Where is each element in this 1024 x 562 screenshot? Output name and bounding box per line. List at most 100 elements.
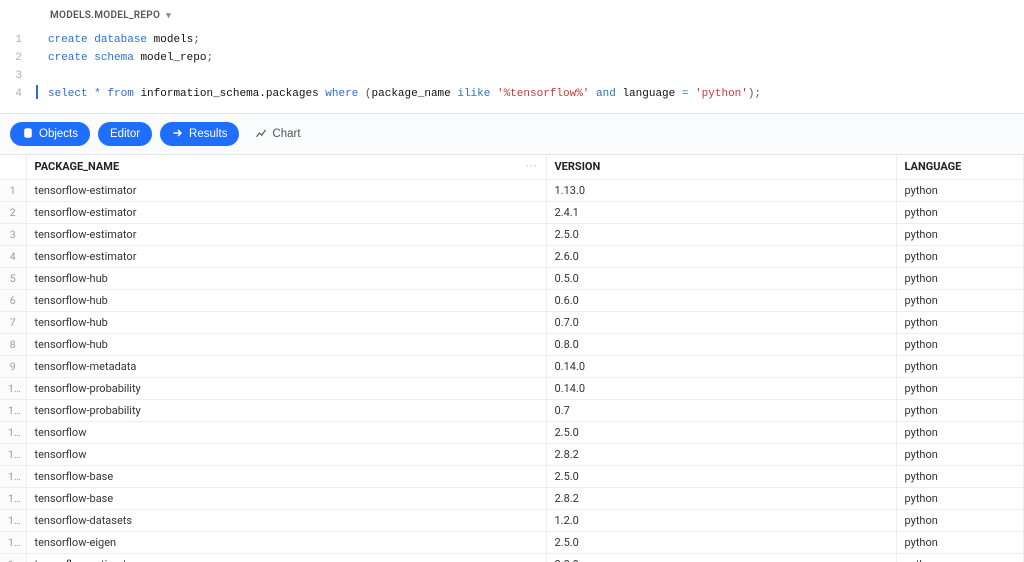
cell-language: python — [896, 355, 1024, 377]
database-icon — [22, 127, 34, 141]
row-number: 3 — [0, 223, 26, 245]
row-number: 15 — [0, 487, 26, 509]
breadcrumb[interactable]: MODELS.MODEL_REPO ▾ — [0, 0, 1024, 29]
objects-button[interactable]: Objects — [10, 122, 90, 146]
editor-label: Editor — [110, 128, 140, 140]
table-row[interactable]: 6tensorflow-hub0.6.0python — [0, 289, 1024, 311]
code-lines[interactable]: create database models; create schema mo… — [30, 31, 761, 103]
cell-version: 0.5.0 — [546, 267, 896, 289]
column-label: PACKAGE_NAME — [35, 160, 120, 173]
table-row[interactable]: 10tensorflow-probability0.14.0python — [0, 377, 1024, 399]
table-row[interactable]: 16tensorflow-datasets1.2.0python — [0, 509, 1024, 531]
cell-language: python — [896, 223, 1024, 245]
cell-language: python — [896, 465, 1024, 487]
row-number: 14 — [0, 465, 26, 487]
cell-version: 2.5.0 — [546, 531, 896, 553]
table-row[interactable]: 7tensorflow-hub0.7.0python — [0, 311, 1024, 333]
table-row[interactable]: 5tensorflow-hub0.5.0python — [0, 267, 1024, 289]
cell-version: 1.2.0 — [546, 509, 896, 531]
cell-language: python — [896, 201, 1024, 223]
row-number: 2 — [0, 201, 26, 223]
cell-package-name: tensorflow-hub — [26, 311, 546, 333]
cell-language: python — [896, 333, 1024, 355]
row-number: 11 — [0, 399, 26, 421]
cell-version: 1.13.0 — [546, 179, 896, 201]
cell-package-name: tensorflow — [26, 421, 546, 443]
cell-version: 2.6.0 — [546, 245, 896, 267]
table-row[interactable]: 13tensorflow2.8.2python — [0, 443, 1024, 465]
row-number: 8 — [0, 333, 26, 355]
line-number: 1 — [0, 31, 22, 49]
cell-language: python — [896, 399, 1024, 421]
cell-package-name: tensorflow-datasets — [26, 509, 546, 531]
table-row[interactable]: 2tensorflow-estimator2.4.1python — [0, 201, 1024, 223]
cell-package-name: tensorflow-base — [26, 487, 546, 509]
cell-language: python — [896, 553, 1024, 562]
cell-language: python — [896, 245, 1024, 267]
cell-version: 2.4.1 — [546, 201, 896, 223]
cell-language: python — [896, 487, 1024, 509]
chart-icon — [255, 127, 267, 141]
cell-package-name: tensorflow-hub — [26, 267, 546, 289]
table-row[interactable]: 11tensorflow-probability0.7python — [0, 399, 1024, 421]
column-header-package-name[interactable]: PACKAGE_NAME ··· — [26, 155, 546, 179]
breadcrumb-path: MODELS.MODEL_REPO — [50, 10, 160, 21]
return-arrow-icon — [172, 127, 184, 141]
row-number: 1 — [0, 179, 26, 201]
cell-version: 0.14.0 — [546, 377, 896, 399]
cell-package-name: tensorflow-probability — [26, 377, 546, 399]
table-row[interactable]: 4tensorflow-estimator2.6.0python — [0, 245, 1024, 267]
cursor-indicator — [36, 85, 38, 99]
table-row[interactable]: 18tensorflow-estimator2.8.0python — [0, 553, 1024, 562]
table-row[interactable]: 17tensorflow-eigen2.5.0python — [0, 531, 1024, 553]
sql-editor[interactable]: 1 2 3 4 create database models; create s… — [0, 29, 1024, 113]
cell-version: 0.14.0 — [546, 355, 896, 377]
table-row[interactable]: 14tensorflow-base2.5.0python — [0, 465, 1024, 487]
row-number: 7 — [0, 311, 26, 333]
row-number: 10 — [0, 377, 26, 399]
table-row[interactable]: 8tensorflow-hub0.8.0python — [0, 333, 1024, 355]
table-row[interactable]: 15tensorflow-base2.8.2python — [0, 487, 1024, 509]
column-label: VERSION — [555, 160, 601, 173]
cell-package-name: tensorflow-hub — [26, 289, 546, 311]
table-row[interactable]: 9tensorflow-metadata0.14.0python — [0, 355, 1024, 377]
cell-package-name: tensorflow-estimator — [26, 245, 546, 267]
editor-button[interactable]: Editor — [98, 122, 152, 146]
chart-button[interactable]: Chart — [247, 122, 308, 146]
results-table: PACKAGE_NAME ··· VERSION LANGUAGE 1tenso… — [0, 155, 1024, 562]
table-row[interactable]: 12tensorflow2.5.0python — [0, 421, 1024, 443]
cell-version: 2.8.2 — [546, 487, 896, 509]
cell-package-name: tensorflow-estimator — [26, 179, 546, 201]
chart-label: Chart — [272, 128, 300, 140]
cell-package-name: tensorflow-eigen — [26, 531, 546, 553]
row-number: 5 — [0, 267, 26, 289]
cell-package-name: tensorflow-hub — [26, 333, 546, 355]
line-number: 4 — [0, 85, 22, 103]
cell-version: 0.6.0 — [546, 289, 896, 311]
cell-package-name: tensorflow-estimator — [26, 553, 546, 562]
cell-language: python — [896, 443, 1024, 465]
cell-package-name: tensorflow-estimator — [26, 223, 546, 245]
cell-language: python — [896, 267, 1024, 289]
cell-language: python — [896, 289, 1024, 311]
column-header-language[interactable]: LANGUAGE — [896, 155, 1024, 179]
cell-version: 2.8.0 — [546, 553, 896, 562]
cell-package-name: tensorflow-metadata — [26, 355, 546, 377]
cell-package-name: tensorflow-estimator — [26, 201, 546, 223]
chevron-down-icon: ▾ — [166, 11, 171, 21]
row-number: 4 — [0, 245, 26, 267]
table-header-row: PACKAGE_NAME ··· VERSION LANGUAGE — [0, 155, 1024, 179]
cell-version: 0.8.0 — [546, 333, 896, 355]
cell-version: 0.7.0 — [546, 311, 896, 333]
table-row[interactable]: 3tensorflow-estimator2.5.0python — [0, 223, 1024, 245]
column-header-version[interactable]: VERSION — [546, 155, 896, 179]
column-menu-icon[interactable]: ··· — [526, 160, 538, 173]
line-number: 2 — [0, 49, 22, 67]
line-number: 3 — [0, 67, 22, 85]
table-row[interactable]: 1tensorflow-estimator1.13.0python — [0, 179, 1024, 201]
results-button[interactable]: Results — [160, 122, 239, 146]
column-label: LANGUAGE — [905, 160, 962, 173]
cell-package-name: tensorflow-base — [26, 465, 546, 487]
row-number: 18 — [0, 553, 26, 562]
results-table-wrap[interactable]: PACKAGE_NAME ··· VERSION LANGUAGE 1tenso… — [0, 155, 1024, 562]
